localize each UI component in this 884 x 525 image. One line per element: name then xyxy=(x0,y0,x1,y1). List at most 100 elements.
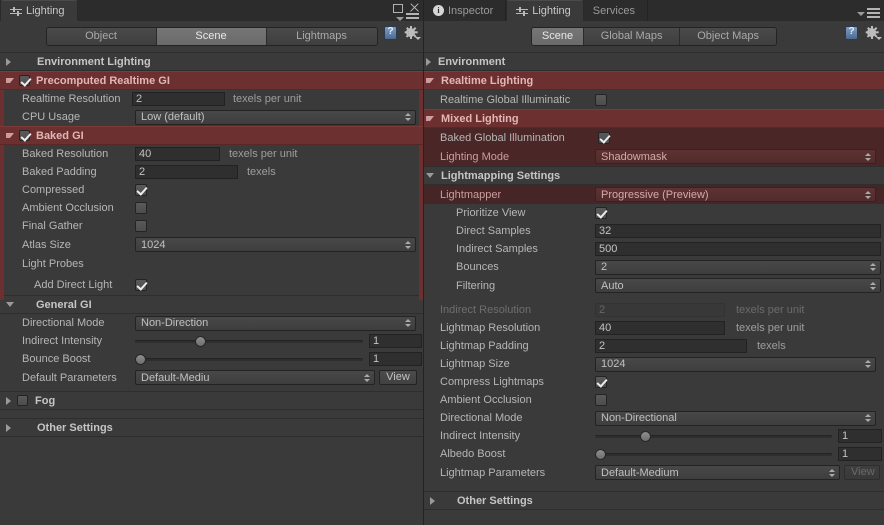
indirect-resolution-label: Indirect Resolution xyxy=(440,304,595,316)
row-directional-mode: Directional Mode Non-Directional xyxy=(424,409,884,427)
maximize-icon[interactable] xyxy=(392,2,403,13)
indirect-intensity-slider[interactable] xyxy=(135,334,363,348)
baked-gi-checkbox[interactable] xyxy=(19,130,30,141)
row-filtering: Filtering Auto xyxy=(424,276,884,295)
gear-dropdown-icon[interactable] xyxy=(404,26,418,40)
help-book-icon[interactable] xyxy=(384,26,397,40)
section-general-gi[interactable]: General GI xyxy=(0,295,423,314)
window-tab-inspector[interactable]: i Inspector xyxy=(424,0,506,21)
chevron-right-icon xyxy=(426,58,431,66)
indirect-samples-label: Indirect Samples xyxy=(456,243,595,255)
row-lightmap-padding: Lightmap Padding 2 texels xyxy=(424,337,884,355)
lightmap-padding-input[interactable]: 2 xyxy=(595,339,747,353)
slider-knob[interactable] xyxy=(195,336,206,347)
realtime-global-illumination-checkbox[interactable] xyxy=(595,94,607,106)
chevron-right-icon xyxy=(430,497,435,505)
slider-knob[interactable] xyxy=(640,431,651,442)
window-tab-lighting[interactable]: Lighting xyxy=(506,0,584,21)
section-environment-lighting[interactable]: Environment Lighting xyxy=(0,52,423,71)
lightmapper-label: Lightmapper xyxy=(440,189,595,201)
ambient-occlusion-checkbox[interactable] xyxy=(595,394,607,406)
row-indirect-intensity: Indirect Intensity 1 xyxy=(0,332,423,350)
bounces-dropdown[interactable]: 2 xyxy=(595,260,881,275)
window-tab-lighting[interactable]: Lighting xyxy=(0,0,78,21)
lightmap-parameters-dropdown[interactable]: Default-Medium xyxy=(595,465,840,480)
ambient-occlusion-checkbox[interactable] xyxy=(135,202,147,214)
tab-global-maps[interactable]: Global Maps xyxy=(584,28,680,45)
left-window-corner-buttons xyxy=(392,2,420,13)
filtering-dropdown[interactable]: Auto xyxy=(595,278,881,293)
close-icon[interactable] xyxy=(409,2,420,13)
default-parameters-dropdown[interactable]: Default-Mediu xyxy=(135,370,375,385)
help-book-icon[interactable] xyxy=(845,26,858,40)
indirect-samples-input[interactable]: 500 xyxy=(595,242,881,256)
row-lightmap-size: Lightmap Size 1024 xyxy=(424,355,884,373)
tab-scene[interactable]: Scene xyxy=(532,28,584,45)
right-corner-icons xyxy=(845,26,879,40)
window-tab-label: Services xyxy=(593,5,635,17)
compress-lightmaps-checkbox[interactable] xyxy=(595,376,607,388)
section-precomputed-realtime-gi[interactable]: Precomputed Realtime GI xyxy=(0,71,423,90)
baked-resolution-input[interactable]: 40 xyxy=(135,147,220,161)
final-gather-checkbox[interactable] xyxy=(135,220,147,232)
lightmap-size-dropdown[interactable]: 1024 xyxy=(595,357,876,372)
lighting-mode-dropdown[interactable]: Shadowmask xyxy=(595,149,876,164)
lighting-mode-label: Lighting Mode xyxy=(440,151,595,163)
baked-global-illumination-checkbox[interactable] xyxy=(598,132,610,144)
row-prioritize-view: Prioritize View xyxy=(424,204,884,222)
row-compress-lightmaps: Compress Lightmaps xyxy=(424,373,884,391)
atlas-size-dropdown[interactable]: 1024 xyxy=(135,237,416,252)
tab-object[interactable]: Object xyxy=(47,28,157,45)
fog-checkbox[interactable] xyxy=(17,395,28,406)
section-realtime-lighting[interactable]: Realtime Lighting xyxy=(424,71,884,90)
slider-knob[interactable] xyxy=(135,354,146,365)
stepper-arrows-icon xyxy=(829,469,835,477)
section-other-settings[interactable]: Other Settings xyxy=(424,491,884,510)
stepper-arrows-icon xyxy=(405,319,411,327)
albedo-boost-input[interactable]: 1 xyxy=(838,447,882,461)
right-panel-menu-icon[interactable] xyxy=(857,8,880,21)
indirect-intensity-input[interactable]: 1 xyxy=(369,334,422,348)
add-direct-light-checkbox[interactable] xyxy=(135,279,147,291)
row-cpu-usage: CPU Usage Low (default) xyxy=(0,108,423,126)
albedo-boost-slider[interactable] xyxy=(595,447,832,461)
window-tab-services[interactable]: Services xyxy=(584,0,648,21)
section-label: Mixed Lighting xyxy=(441,113,519,125)
lightmapper-dropdown[interactable]: Progressive (Preview) xyxy=(595,187,876,202)
lightmap-resolution-input[interactable]: 40 xyxy=(595,321,725,335)
tab-lightmaps[interactable]: Lightmaps xyxy=(267,28,377,45)
compressed-checkbox[interactable] xyxy=(135,184,147,196)
section-fog[interactable]: Fog xyxy=(0,391,423,410)
row-realtime-resolution: Realtime Resolution 2 texels per unit xyxy=(0,90,423,108)
section-environment[interactable]: Environment xyxy=(424,52,884,71)
slider-knob[interactable] xyxy=(595,449,606,460)
directional-mode-dropdown[interactable]: Non-Direction xyxy=(135,316,416,331)
directional-mode-dropdown[interactable]: Non-Directional xyxy=(595,411,876,426)
direct-samples-input[interactable]: 32 xyxy=(595,224,881,238)
bounce-boost-input[interactable]: 1 xyxy=(369,352,422,366)
precomputed-realtime-gi-checkbox[interactable] xyxy=(19,75,30,86)
lightmap-parameters-view-button[interactable]: View xyxy=(844,465,880,480)
realtime-resolution-input[interactable]: 2 xyxy=(132,92,225,106)
chevron-right-icon xyxy=(6,397,11,405)
indirect-intensity-input[interactable]: 1 xyxy=(838,429,882,443)
indirect-intensity-slider[interactable] xyxy=(595,429,832,443)
default-parameters-view-button[interactable]: View xyxy=(379,370,417,385)
gear-dropdown-icon[interactable] xyxy=(865,26,879,40)
section-mixed-lighting[interactable]: Mixed Lighting xyxy=(424,109,884,128)
section-other-settings[interactable]: Other Settings xyxy=(0,418,423,437)
prioritize-view-checkbox[interactable] xyxy=(595,207,607,219)
left-mode-tabs: Object Scene Lightmaps xyxy=(0,21,423,52)
final-gather-label: Final Gather xyxy=(22,220,135,232)
tab-object-maps[interactable]: Object Maps xyxy=(680,28,776,45)
baked-padding-input[interactable]: 2 xyxy=(135,165,238,179)
tab-scene[interactable]: Scene xyxy=(157,28,267,45)
row-directional-mode: Directional Mode Non-Direction xyxy=(0,314,423,332)
row-lightmap-resolution: Lightmap Resolution 40 texels per unit xyxy=(424,319,884,337)
section-label: Fog xyxy=(35,395,55,407)
window-tab-label: Lighting xyxy=(26,5,65,17)
bounce-boost-slider[interactable] xyxy=(135,352,363,366)
section-lightmapping-settings[interactable]: Lightmapping Settings xyxy=(424,166,884,185)
cpu-usage-dropdown[interactable]: Low (default) xyxy=(135,110,416,125)
section-baked-gi[interactable]: Baked GI xyxy=(0,126,423,145)
